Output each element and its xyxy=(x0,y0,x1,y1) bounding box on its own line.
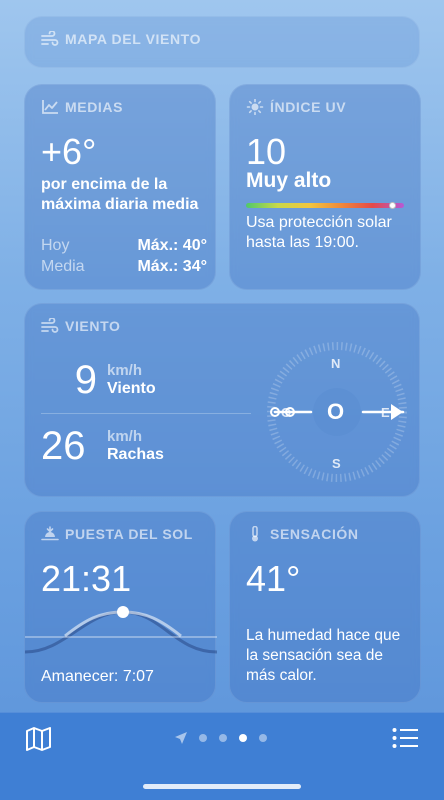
averages-row-today: Hoy Máx.: 40° xyxy=(41,237,207,254)
gust-label: Rachas xyxy=(107,446,164,463)
feels-like-card[interactable]: SENSACIÓN 41° La humedad hace que la sen… xyxy=(229,511,421,703)
uv-advice: Usa protección solar hasta las 19:00. xyxy=(246,214,392,251)
wind-speed-value: 9 xyxy=(74,358,97,402)
feels-like-title: SENSACIÓN xyxy=(246,526,359,542)
gust-unit: km/h xyxy=(107,428,143,445)
averages-card[interactable]: MEDIAS +6° por encima de la máxima diari… xyxy=(24,84,216,290)
gust-value: 26 xyxy=(41,424,86,468)
chart-icon xyxy=(42,100,58,114)
averages-row-average: Media Máx.: 34° xyxy=(41,258,207,275)
wind-compass: N S E O O xyxy=(267,342,407,482)
wind-speed-label: Viento xyxy=(107,380,156,397)
wind-title: VIENTO xyxy=(41,318,120,334)
averages-value: +6° xyxy=(41,131,97,172)
uv-index-card[interactable]: ÍNDICE UV 10 Muy alto Usa protección sol… xyxy=(229,84,421,290)
uv-level: Muy alto xyxy=(246,169,332,192)
averages-description: por encima de la máxima diaria media xyxy=(41,176,199,213)
wind-map-card[interactable]: MAPA DEL VIENTO xyxy=(24,16,420,68)
location-arrow-icon[interactable] xyxy=(174,731,188,745)
sun-path-graph xyxy=(25,606,217,654)
feels-like-value: 41° xyxy=(246,558,301,599)
uv-title: ÍNDICE UV xyxy=(246,99,346,115)
wind-direction-arrow-icon xyxy=(270,404,405,420)
sunset-card[interactable]: PUESTA DEL SOL 21:31 Amanecer: 7:07 xyxy=(24,511,217,703)
home-indicator[interactable] xyxy=(143,784,301,789)
uv-scale-marker xyxy=(389,202,397,209)
map-icon[interactable] xyxy=(26,727,52,751)
wind-speed-unit: km/h xyxy=(107,362,143,379)
page-dot-3[interactable] xyxy=(239,734,247,742)
uv-value: 10 xyxy=(246,131,287,172)
sunrise-time: Amanecer: 7:07 xyxy=(41,668,154,685)
page-dot-4[interactable] xyxy=(259,734,267,742)
wind-icon xyxy=(41,31,59,46)
feels-like-description: La humedad hace que la sensación sea de … xyxy=(246,627,401,684)
wind-divider xyxy=(41,413,251,414)
wind-card[interactable]: VIENTO 9 km/h Viento 26 km/h Rachas N S … xyxy=(24,303,420,497)
page-dot-2[interactable] xyxy=(219,734,227,742)
sunset-title: PUESTA DEL SOL xyxy=(41,526,193,542)
wind-icon xyxy=(41,318,59,333)
page-dot-1[interactable] xyxy=(199,734,207,742)
wind-map-title: MAPA DEL VIENTO xyxy=(41,31,201,47)
sunset-icon xyxy=(41,526,59,541)
thermometer-icon xyxy=(252,526,258,542)
sun-icon xyxy=(246,99,264,115)
sunset-time: 21:31 xyxy=(41,558,132,599)
averages-title: MEDIAS xyxy=(41,99,123,115)
list-icon[interactable] xyxy=(392,727,418,749)
uv-scale-bar xyxy=(246,202,404,209)
